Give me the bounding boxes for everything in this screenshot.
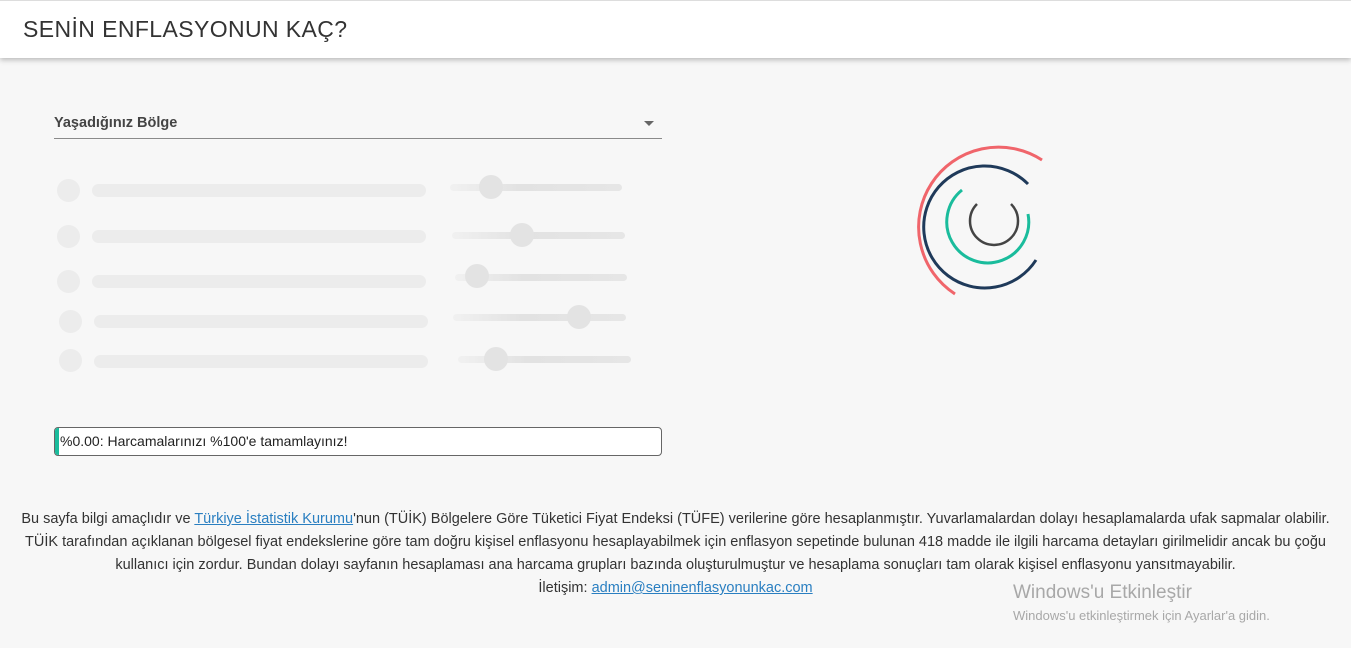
loading-spinner-icon xyxy=(917,145,1043,296)
skeleton-row xyxy=(59,305,629,334)
skeleton-avatar xyxy=(57,225,80,248)
spinner-ring-second xyxy=(922,164,1038,290)
skeleton-row xyxy=(57,175,627,203)
skeleton-avatar xyxy=(57,270,80,293)
tuik-link[interactable]: Türkiye İstatistik Kurumu xyxy=(194,511,353,527)
progress-text: %0.00: Harcamalarınızı %100'e tamamlayın… xyxy=(60,433,348,449)
skeleton-text xyxy=(92,230,426,243)
skeleton-row xyxy=(57,264,627,294)
skeleton-avatar xyxy=(59,310,82,333)
skeleton-row xyxy=(57,223,627,249)
completion-progress-bar: %0.00: Harcamalarınızı %100'e tamamlayın… xyxy=(54,427,662,456)
skeleton-slider-knob xyxy=(484,347,508,371)
skeleton-text xyxy=(94,355,428,368)
skeleton-text xyxy=(92,184,426,197)
watermark-title: Windows'u Etkinleştir xyxy=(1013,582,1192,603)
footer-text-before-link: Bu sayfa bilgi amaçlıdır ve xyxy=(21,511,195,527)
skeleton-avatar xyxy=(57,179,80,202)
skeleton-text xyxy=(94,315,428,328)
skeleton-avatar xyxy=(59,349,82,372)
spinner-ring-inner xyxy=(968,203,1020,247)
contact-label: İletişim: xyxy=(538,580,588,596)
skeleton-slider-track xyxy=(450,184,622,191)
region-select-label: Yaşadığınız Bölge xyxy=(54,115,178,131)
skeleton-text xyxy=(92,275,426,288)
skeleton-slider-track xyxy=(452,232,625,239)
dropdown-caret-icon xyxy=(644,121,654,126)
skeleton-slider-knob xyxy=(479,175,503,199)
progress-fill xyxy=(55,428,59,455)
skeleton-row xyxy=(59,347,634,373)
skeleton-slider-knob xyxy=(567,305,591,329)
top-bar: SENİN ENFLASYONUN KAÇ? xyxy=(0,0,1351,58)
skeleton-slider-knob xyxy=(465,264,489,288)
page-title: SENİN ENFLASYONUN KAÇ? xyxy=(23,16,348,42)
watermark-subtitle: Windows'u etkinleştirmek için Ayarlar'a … xyxy=(1013,608,1270,623)
skeleton-slider-knob xyxy=(510,223,534,247)
windows-activation-watermark: Windows'u Etkinleştir Windows'u etkinleş… xyxy=(1013,582,1270,623)
contact-email-link[interactable]: admin@seninenflasyonunkac.com xyxy=(592,580,813,596)
region-select[interactable]: Yaşadığınız Bölge xyxy=(54,106,662,139)
skeleton-slider-track xyxy=(453,314,626,321)
spinner-ring-outer xyxy=(917,145,1043,296)
